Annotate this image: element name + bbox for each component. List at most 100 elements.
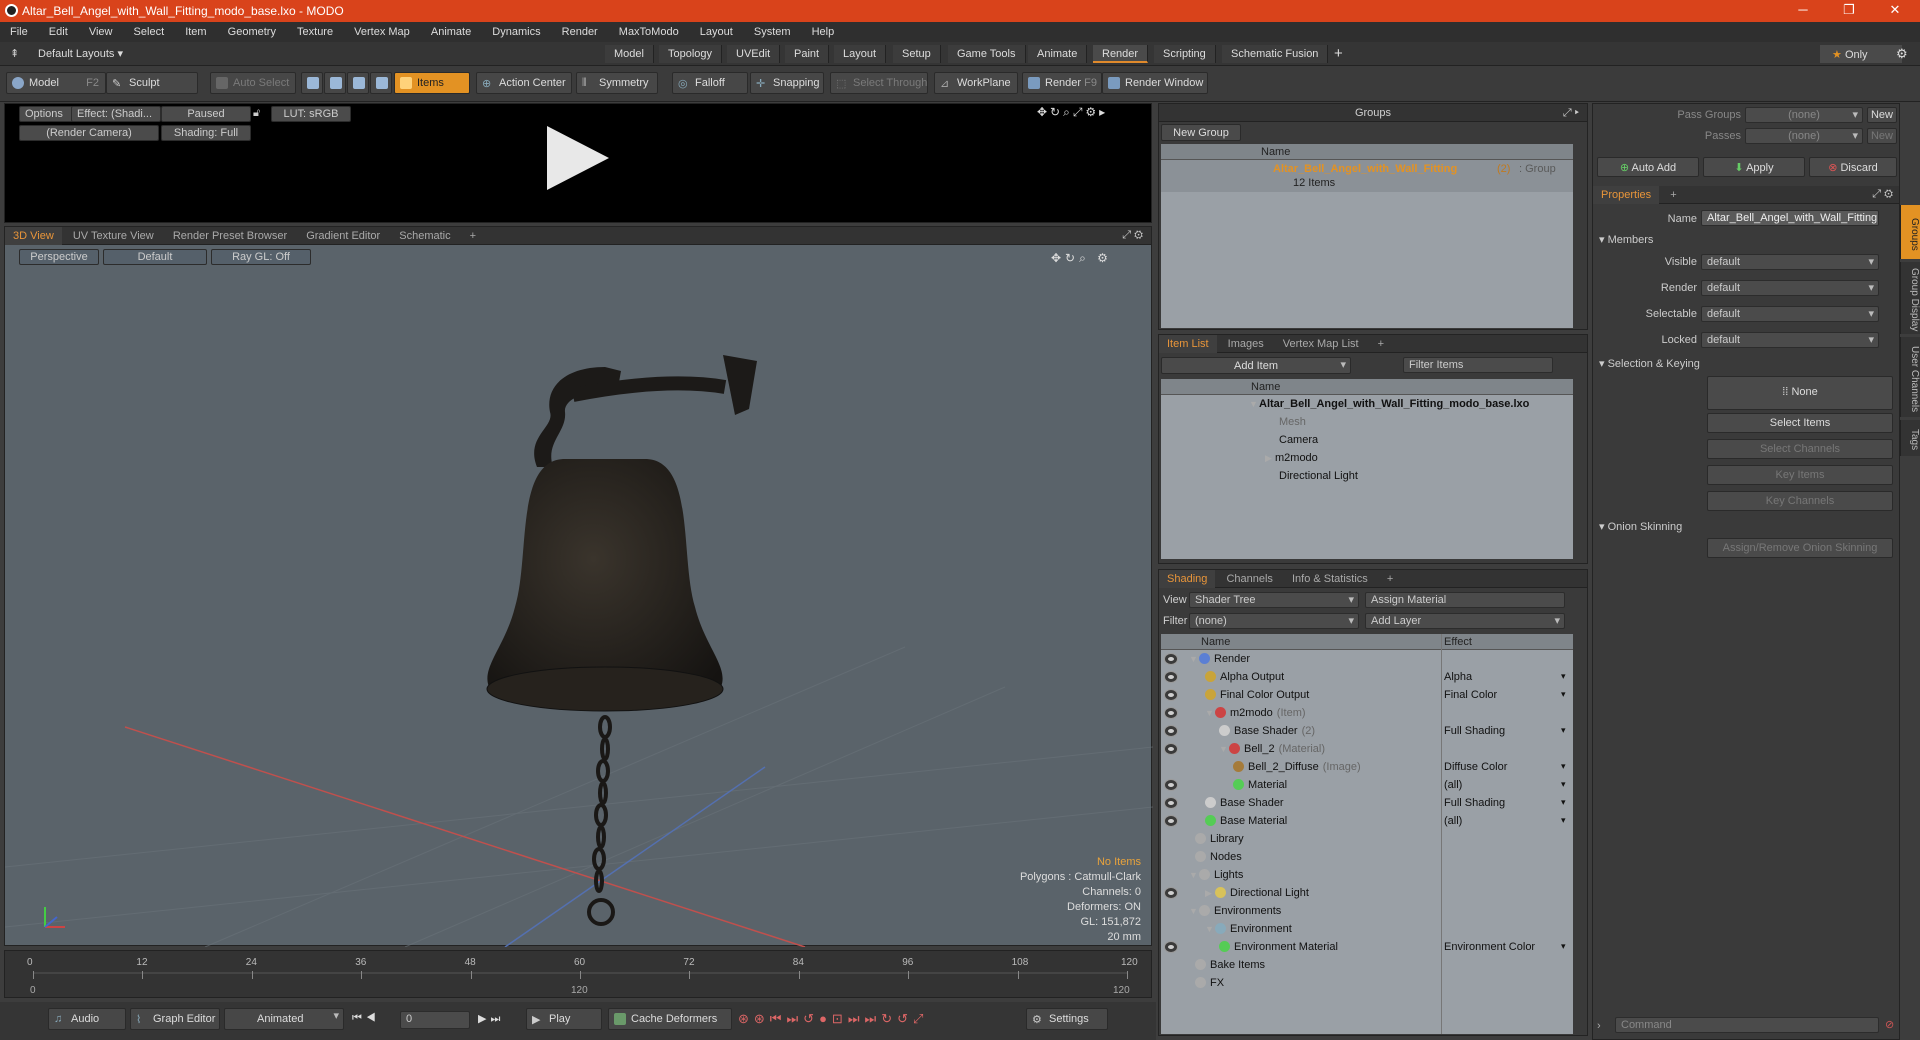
eye-icon[interactable] bbox=[1165, 798, 1177, 808]
new-pass-button[interactable]: New bbox=[1867, 128, 1897, 144]
assign-material-button[interactable]: Assign Material bbox=[1365, 592, 1565, 608]
lut-dropdown[interactable]: LUT: sRGB bbox=[271, 106, 351, 122]
layouts-icon[interactable]: ⇞ bbox=[10, 47, 19, 60]
action-center-button[interactable]: ⊕ Action Center bbox=[476, 72, 572, 94]
add-properties-tab-icon[interactable]: + bbox=[1662, 186, 1684, 204]
graph-editor-button[interactable]: ⌇ Graph Editor bbox=[130, 1008, 220, 1030]
members-section[interactable]: ▾ Members bbox=[1599, 233, 1653, 246]
close-icon[interactable]: ✕ bbox=[1880, 2, 1910, 20]
tab-images[interactable]: Images bbox=[1220, 335, 1272, 353]
add-layout-icon[interactable]: + bbox=[1334, 45, 1343, 62]
shader-row-effect[interactable]: (all) bbox=[1444, 779, 1569, 791]
menu-edit[interactable]: Edit bbox=[39, 22, 76, 38]
assign-onion-button[interactable]: Assign/Remove Onion Skinning bbox=[1707, 538, 1893, 558]
shading-dropdown[interactable]: Shading: Full bbox=[161, 125, 251, 141]
lock-icon[interactable]: 🔓︎ bbox=[253, 107, 260, 120]
select-items-button[interactable]: Select Items bbox=[1707, 413, 1893, 433]
shader-row[interactable]: Environment Material Environment Color ▾ bbox=[1161, 939, 1573, 957]
auto-select-button[interactable]: Auto Select bbox=[210, 72, 296, 94]
settings-button[interactable]: ⚙ Settings bbox=[1026, 1008, 1108, 1030]
apply-button[interactable]: ⬇ Apply bbox=[1703, 157, 1805, 177]
vertex-mode-button[interactable] bbox=[301, 72, 323, 94]
command-input[interactable]: Command bbox=[1615, 1017, 1879, 1033]
shader-row-effect[interactable]: Environment Color bbox=[1444, 941, 1569, 953]
add-shading-tab-icon[interactable]: + bbox=[1379, 570, 1401, 588]
menu-item[interactable]: Item bbox=[175, 22, 214, 38]
tab-animate[interactable]: Animate bbox=[1028, 45, 1088, 63]
expand-icon[interactable]: ▼ bbox=[1189, 906, 1199, 916]
eye-icon[interactable] bbox=[1165, 726, 1177, 736]
tab-paint[interactable]: Paint bbox=[785, 45, 830, 63]
tab-item-list[interactable]: Item List bbox=[1159, 335, 1217, 353]
key-tools-icons[interactable]: ⊛⊛⏮⏭↺●⊡⏭⏭↻↺⤢ bbox=[738, 1011, 928, 1027]
shader-tree-dropdown[interactable]: Shader Tree bbox=[1189, 592, 1359, 608]
shader-row[interactable]: ▼ Environments bbox=[1161, 903, 1573, 921]
stop-icon[interactable]: ⊘ bbox=[1885, 1018, 1894, 1031]
new-group-button[interactable]: New Group bbox=[1161, 124, 1241, 141]
groups-expand-icon[interactable]: ⤢ ▸ bbox=[1563, 107, 1579, 120]
select-through-button[interactable]: ⬚ Select Through bbox=[830, 72, 928, 94]
effect-dropdown-icon[interactable]: ▾ bbox=[1561, 689, 1566, 700]
tab-render[interactable]: Render bbox=[1093, 45, 1149, 63]
snapping-button[interactable]: ✛ Snapping bbox=[750, 72, 824, 94]
render-window-button[interactable]: Render Window bbox=[1102, 72, 1208, 94]
effect-dropdown[interactable]: Effect: (Shadi... bbox=[71, 106, 161, 122]
eye-icon[interactable] bbox=[1165, 816, 1177, 826]
tab-scripting[interactable]: Scripting bbox=[1154, 45, 1216, 63]
expand-icon[interactable]: ▼ bbox=[1189, 654, 1199, 664]
add-layer-dropdown[interactable]: Add Layer bbox=[1365, 613, 1565, 629]
eye-icon[interactable] bbox=[1165, 672, 1177, 682]
expand-icon[interactable]: ▼ bbox=[1219, 744, 1229, 754]
tab-game-tools[interactable]: Game Tools bbox=[948, 45, 1026, 63]
shader-row[interactable]: Base Material (all) ▾ bbox=[1161, 813, 1573, 831]
eye-icon[interactable] bbox=[1165, 654, 1177, 664]
effect-dropdown-icon[interactable]: ▾ bbox=[1561, 941, 1566, 952]
none-button[interactable]: ⁞⁞ None bbox=[1707, 376, 1893, 410]
sculpt-button[interactable]: ✎ Sculpt bbox=[106, 72, 198, 94]
tab-layout[interactable]: Layout bbox=[834, 45, 887, 63]
eye-icon[interactable] bbox=[1165, 942, 1177, 952]
pass-groups-dropdown[interactable]: (none) bbox=[1745, 107, 1863, 123]
key-items-button[interactable]: Key Items bbox=[1707, 465, 1893, 485]
filter-items-input[interactable]: Filter Items bbox=[1403, 357, 1553, 373]
shader-row[interactable]: Bell_2_Diffuse (Image) Diffuse Color ▾ bbox=[1161, 759, 1573, 777]
shader-row[interactable]: Material (all) ▾ bbox=[1161, 777, 1573, 795]
audio-button[interactable]: ♫ Audio bbox=[48, 1008, 126, 1030]
frame-input[interactable]: 0 bbox=[400, 1011, 470, 1029]
group-row[interactable]: Altar_Bell_Angel_with_Wall_Fitting (2) :… bbox=[1161, 160, 1573, 192]
options-button[interactable]: Options bbox=[19, 106, 73, 122]
only-toggle[interactable]: ★ Only bbox=[1820, 45, 1902, 63]
eye-icon[interactable] bbox=[1165, 690, 1177, 700]
side-tab-group-display[interactable]: Group Display bbox=[1900, 262, 1920, 334]
properties-expand-icon[interactable]: ⤢ ⚙ bbox=[1872, 188, 1893, 201]
item-row-scene[interactable]: ▼Altar_Bell_Angel_with_Wall_Fitting_modo… bbox=[1161, 396, 1573, 414]
workplane-button[interactable]: ⊿ WorkPlane bbox=[934, 72, 1018, 94]
transport-back-icons[interactable]: ⏮◀ bbox=[352, 1012, 380, 1025]
add-item-tab-icon[interactable]: + bbox=[1370, 335, 1392, 353]
preview-controls-icons[interactable]: ✥↻⌕⤢⚙▸ bbox=[1037, 105, 1108, 120]
selection-keying-section[interactable]: ▾ Selection & Keying bbox=[1599, 357, 1700, 370]
new-pass-group-button[interactable]: New bbox=[1867, 107, 1897, 123]
tab-uvedit[interactable]: UVEdit bbox=[727, 45, 781, 63]
tab-schematic-fusion[interactable]: Schematic Fusion bbox=[1222, 45, 1329, 63]
eye-icon[interactable] bbox=[1165, 888, 1177, 898]
shader-row-effect[interactable]: (all) bbox=[1444, 815, 1569, 827]
tab-model[interactable]: Model bbox=[605, 45, 654, 63]
shader-row[interactable]: Bake Items bbox=[1161, 957, 1573, 975]
effect-dropdown-icon[interactable]: ▾ bbox=[1561, 671, 1566, 682]
render-dropdown[interactable]: default bbox=[1701, 280, 1879, 296]
tab-topology[interactable]: Topology bbox=[659, 45, 723, 63]
item-row-m2modo[interactable]: ▶ m2modo bbox=[1161, 450, 1573, 468]
default-layouts-dropdown[interactable]: Default Layouts ▾ bbox=[38, 47, 123, 60]
shader-row-effect[interactable]: Diffuse Color bbox=[1444, 761, 1569, 773]
transport-fwd-icons[interactable]: ▶⏭ bbox=[478, 1012, 504, 1026]
shader-row[interactable]: ▶ Directional Light bbox=[1161, 885, 1573, 903]
gear-icon[interactable]: ⚙ bbox=[1896, 46, 1908, 62]
tab-info-statistics[interactable]: Info & Statistics bbox=[1284, 570, 1376, 588]
shader-row[interactable]: Nodes bbox=[1161, 849, 1573, 867]
effect-dropdown-icon[interactable]: ▾ bbox=[1561, 779, 1566, 790]
shader-row[interactable]: Base Shader Full Shading ▾ bbox=[1161, 795, 1573, 813]
play-button[interactable]: ▶ Play bbox=[526, 1008, 602, 1030]
model-mode-button[interactable]: Model F2 bbox=[6, 72, 106, 94]
expand-icon[interactable]: ▼ bbox=[1205, 708, 1215, 718]
